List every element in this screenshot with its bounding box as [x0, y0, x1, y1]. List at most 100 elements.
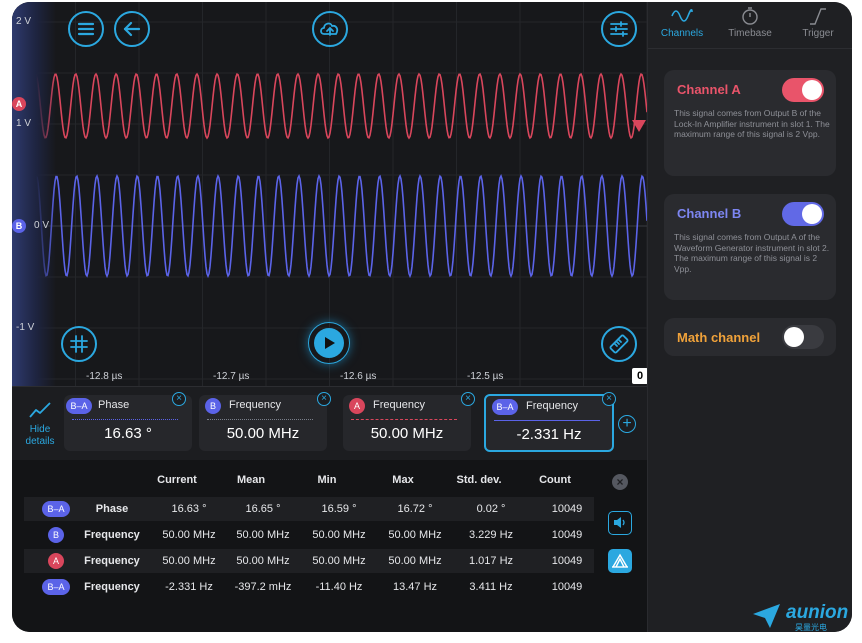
toggle-knob: [802, 80, 822, 100]
play-button[interactable]: [308, 322, 350, 364]
measurement-value: 16.63 °: [104, 425, 152, 442]
cell: 50.00 MHz: [312, 529, 366, 541]
cell: -2.331 Hz: [165, 581, 213, 593]
sliders-icon: [610, 21, 628, 37]
measurement-line-style: [494, 420, 600, 421]
tab-label: Trigger: [802, 28, 834, 39]
measurement-card-frequency-b[interactable]: B Frequency 50.00 MHz ×: [199, 392, 331, 451]
cell: 50.00 MHz: [236, 529, 290, 541]
trend-chart-icon: [29, 402, 51, 418]
oscilloscope-display[interactable]: 2 V 1 V 0 V -1 V A B -12.8 µs -12.7 µs -…: [12, 2, 647, 386]
source-badge: B–A: [66, 398, 92, 414]
table-row: A Frequency 50.00 MHz 50.00 MHz 50.00 MH…: [24, 549, 594, 573]
settings-panel: Channels Timebase Trigger Channel A This…: [647, 2, 852, 632]
source-badge: A: [349, 398, 365, 414]
close-icon: ×: [616, 475, 624, 489]
tab-label: Timebase: [728, 28, 772, 39]
cell: 16.65 °: [245, 503, 281, 515]
hamburger-icon: [77, 22, 95, 36]
add-measurement-button[interactable]: +: [618, 415, 636, 433]
table-row: B Frequency 50.00 MHz 50.00 MHz 50.00 MH…: [24, 523, 594, 547]
source-badge: A: [48, 553, 64, 569]
voltage-label-zero: 0 V: [34, 220, 50, 231]
voltage-label-bottom: -1 V: [16, 322, 35, 333]
measurement-card-phase[interactable]: B–A Phase 16.63 ° ×: [64, 392, 192, 451]
row-name: Frequency: [84, 529, 140, 541]
play-icon: [314, 328, 344, 358]
measurement-value: 50.00 MHz: [226, 425, 300, 442]
speaker-icon: [614, 517, 625, 528]
cell: 10049: [551, 555, 583, 567]
cell: 1.017 Hz: [468, 555, 514, 567]
row-name: Frequency: [84, 581, 140, 593]
plus-icon: +: [622, 415, 632, 432]
column-header: Count: [539, 474, 571, 486]
remove-measurement-button[interactable]: ×: [172, 392, 186, 406]
statistics-table: Current Mean Min Max Std. dev. Count B–A…: [12, 460, 647, 632]
cell: 50.00 MHz: [388, 529, 442, 541]
math-channel-card: Math channel: [664, 318, 836, 356]
measurement-name: Phase: [98, 399, 130, 411]
remove-measurement-button[interactable]: ×: [317, 392, 331, 406]
toggle-knob: [802, 204, 822, 224]
cell: 50.00 MHz: [236, 555, 290, 567]
measurement-name: Frequency: [526, 400, 578, 412]
time-tick: -12.7 µs: [213, 371, 250, 382]
column-header: Std. dev.: [456, 474, 502, 486]
close-table-button[interactable]: ×: [612, 474, 628, 490]
tab-channels[interactable]: Channels: [648, 6, 716, 39]
math-channel-toggle[interactable]: [782, 325, 824, 349]
source-badge: B–A: [42, 579, 70, 595]
upload-button[interactable]: [312, 11, 348, 47]
cell: 10049: [551, 529, 583, 541]
cell: 3.229 Hz: [468, 529, 514, 541]
arrow-left-icon: [123, 21, 141, 37]
trigger-edge-icon: [810, 8, 826, 25]
channel-a-offset-marker[interactable]: A: [12, 97, 26, 111]
remove-measurement-button[interactable]: ×: [602, 392, 616, 406]
cell: 0.02 °: [476, 503, 506, 515]
row-name: Phase: [95, 503, 129, 515]
cell: 50.00 MHz: [312, 555, 366, 567]
column-header: Min: [317, 474, 337, 486]
export-button[interactable]: [608, 549, 632, 573]
brand-logo-icon: [753, 604, 780, 628]
measurement-bar: Hide details B–A Phase 16.63 ° × B Frequ…: [12, 386, 647, 461]
app-window: 2 V 1 V 0 V -1 V A B -12.8 µs -12.7 µs -…: [12, 2, 852, 632]
audio-button[interactable]: [608, 511, 632, 535]
back-button[interactable]: [114, 11, 150, 47]
time-offset-marker[interactable]: 0: [632, 368, 647, 384]
time-tick: -12.6 µs: [340, 371, 377, 382]
settings-button[interactable]: [601, 11, 637, 47]
tab-timebase[interactable]: Timebase: [716, 6, 784, 39]
measurement-card-frequency-diff[interactable]: B–A Frequency -2.331 Hz ×: [484, 392, 616, 452]
channel-b-offset-marker[interactable]: B: [12, 219, 26, 233]
measure-ruler-button[interactable]: [601, 326, 637, 362]
cell: 10049: [551, 503, 583, 515]
tab-trigger[interactable]: Trigger: [784, 6, 852, 39]
measurement-value: -2.331 Hz: [516, 426, 582, 443]
remove-measurement-button[interactable]: ×: [461, 392, 475, 406]
table-row: B–A Phase 16.63 ° 16.65 ° 16.59 ° 16.72 …: [24, 497, 594, 521]
measurement-name: Frequency: [229, 399, 281, 411]
hide-details-button[interactable]: Hide details: [20, 401, 60, 448]
measurement-line-style: [72, 419, 178, 420]
tab-label: Channels: [660, 28, 704, 39]
measurement-card-frequency-a[interactable]: A Frequency 50.00 MHz ×: [343, 392, 475, 451]
column-header: Max: [392, 474, 414, 486]
source-badge: B: [205, 398, 221, 414]
trigger-level-marker[interactable]: [632, 120, 646, 132]
measurement-value: 50.00 MHz: [370, 425, 444, 442]
time-tick: -12.8 µs: [86, 371, 123, 382]
grid-icon: [70, 335, 88, 353]
cell: 13.47 Hz: [392, 581, 438, 593]
channel-b-toggle[interactable]: [782, 202, 824, 226]
menu-button[interactable]: [68, 11, 104, 47]
grid-toggle-button[interactable]: [61, 326, 97, 362]
sine-wave-icon: [671, 8, 693, 22]
channel-b-card: Channel B This signal comes from Output …: [664, 194, 836, 300]
waveform-stack-icon: [612, 553, 628, 568]
cell: 10049: [551, 581, 583, 593]
channel-a-toggle[interactable]: [782, 78, 824, 102]
channel-b-description: This signal comes from Output A of the W…: [674, 232, 830, 274]
